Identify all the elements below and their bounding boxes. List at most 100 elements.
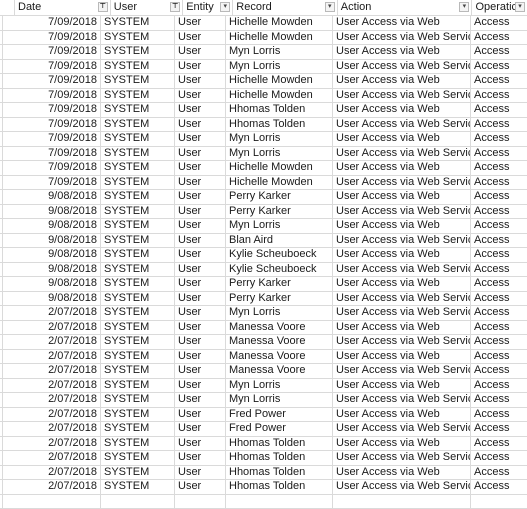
- empty-cell[interactable]: [101, 495, 175, 509]
- cell-record[interactable]: Manessa Voore: [226, 321, 333, 335]
- cell-entity[interactable]: User: [175, 350, 226, 364]
- cell-record[interactable]: Hichelle Mowden: [226, 89, 333, 103]
- cell-record[interactable]: Perry Karker: [226, 292, 333, 306]
- cell-user[interactable]: SYSTEM: [101, 89, 175, 103]
- cell-operation[interactable]: Access: [471, 393, 527, 407]
- cell-date[interactable]: 2/07/2018: [3, 321, 101, 335]
- cell-action[interactable]: User Access via Web: [333, 437, 471, 451]
- cell-date[interactable]: 2/07/2018: [3, 437, 101, 451]
- cell-operation[interactable]: Access: [471, 306, 527, 320]
- cell-operation[interactable]: Access: [471, 422, 527, 436]
- cell-date[interactable]: 2/07/2018: [3, 350, 101, 364]
- cell-action[interactable]: User Access via Web: [333, 16, 471, 30]
- cell-entity[interactable]: User: [175, 118, 226, 132]
- cell-date[interactable]: 2/07/2018: [3, 364, 101, 378]
- cell-user[interactable]: SYSTEM: [101, 205, 175, 219]
- cell-operation[interactable]: Access: [471, 219, 527, 233]
- cell-user[interactable]: SYSTEM: [101, 248, 175, 262]
- cell-entity[interactable]: User: [175, 248, 226, 262]
- cell-date[interactable]: 2/07/2018: [3, 466, 101, 480]
- dropdown-arrow-icon[interactable]: ▾: [325, 2, 335, 12]
- cell-user[interactable]: SYSTEM: [101, 219, 175, 233]
- cell-operation[interactable]: Access: [471, 364, 527, 378]
- cell-entity[interactable]: User: [175, 437, 226, 451]
- cell-operation[interactable]: Access: [471, 234, 527, 248]
- cell-record[interactable]: Manessa Voore: [226, 364, 333, 378]
- cell-entity[interactable]: User: [175, 292, 226, 306]
- cell-user[interactable]: SYSTEM: [101, 132, 175, 146]
- cell-operation[interactable]: Access: [471, 335, 527, 349]
- empty-cell[interactable]: [226, 495, 333, 509]
- cell-operation[interactable]: Access: [471, 103, 527, 117]
- cell-entity[interactable]: User: [175, 161, 226, 175]
- cell-record[interactable]: Kylie Scheuboeck: [226, 263, 333, 277]
- cell-record[interactable]: Myn Lorris: [226, 219, 333, 233]
- cell-record[interactable]: Myn Lorris: [226, 132, 333, 146]
- cell-operation[interactable]: Access: [471, 437, 527, 451]
- cell-user[interactable]: SYSTEM: [101, 350, 175, 364]
- cell-record[interactable]: Manessa Voore: [226, 335, 333, 349]
- cell-user[interactable]: SYSTEM: [101, 335, 175, 349]
- cell-operation[interactable]: Access: [471, 74, 527, 88]
- cell-operation[interactable]: Access: [471, 45, 527, 59]
- dropdown-arrow-icon[interactable]: ▾: [515, 2, 525, 12]
- column-header-user[interactable]: User⊤: [111, 0, 183, 15]
- cell-record[interactable]: Perry Karker: [226, 190, 333, 204]
- cell-user[interactable]: SYSTEM: [101, 74, 175, 88]
- filter-applied-icon[interactable]: ⊤: [170, 2, 180, 12]
- cell-date[interactable]: 2/07/2018: [3, 306, 101, 320]
- cell-date[interactable]: 9/08/2018: [3, 248, 101, 262]
- cell-operation[interactable]: Access: [471, 408, 527, 422]
- cell-action[interactable]: User Access via Web: [333, 190, 471, 204]
- cell-record[interactable]: Blan Aird: [226, 234, 333, 248]
- cell-action[interactable]: User Access via Web Services: [333, 364, 471, 378]
- cell-entity[interactable]: User: [175, 422, 226, 436]
- cell-action[interactable]: User Access via Web Services: [333, 422, 471, 436]
- cell-user[interactable]: SYSTEM: [101, 422, 175, 436]
- cell-operation[interactable]: Access: [471, 321, 527, 335]
- cell-operation[interactable]: Access: [471, 16, 527, 30]
- cell-date[interactable]: 7/09/2018: [3, 16, 101, 30]
- cell-date[interactable]: 7/09/2018: [3, 118, 101, 132]
- cell-record[interactable]: Hichelle Mowden: [226, 74, 333, 88]
- cell-user[interactable]: SYSTEM: [101, 292, 175, 306]
- cell-action[interactable]: User Access via Web Services: [333, 234, 471, 248]
- cell-entity[interactable]: User: [175, 31, 226, 45]
- cell-action[interactable]: User Access via Web: [333, 45, 471, 59]
- cell-action[interactable]: User Access via Web: [333, 161, 471, 175]
- cell-record[interactable]: Hhomas Tolden: [226, 437, 333, 451]
- cell-action[interactable]: User Access via Web: [333, 219, 471, 233]
- cell-entity[interactable]: User: [175, 306, 226, 320]
- cell-action[interactable]: User Access via Web: [333, 350, 471, 364]
- cell-record[interactable]: Myn Lorris: [226, 147, 333, 161]
- cell-entity[interactable]: User: [175, 480, 226, 494]
- cell-record[interactable]: Manessa Voore: [226, 350, 333, 364]
- cell-operation[interactable]: Access: [471, 480, 527, 494]
- cell-action[interactable]: User Access via Web: [333, 132, 471, 146]
- cell-action[interactable]: User Access via Web: [333, 74, 471, 88]
- cell-operation[interactable]: Access: [471, 451, 527, 465]
- cell-record[interactable]: Hhomas Tolden: [226, 480, 333, 494]
- cell-operation[interactable]: Access: [471, 466, 527, 480]
- cell-date[interactable]: 2/07/2018: [3, 393, 101, 407]
- cell-action[interactable]: User Access via Web Services: [333, 335, 471, 349]
- cell-record[interactable]: Hichelle Mowden: [226, 16, 333, 30]
- empty-cell[interactable]: [175, 495, 226, 509]
- cell-user[interactable]: SYSTEM: [101, 176, 175, 190]
- cell-record[interactable]: Kylie Scheuboeck: [226, 248, 333, 262]
- cell-user[interactable]: SYSTEM: [101, 190, 175, 204]
- cell-entity[interactable]: User: [175, 451, 226, 465]
- cell-operation[interactable]: Access: [471, 190, 527, 204]
- cell-action[interactable]: User Access via Web Services: [333, 31, 471, 45]
- cell-action[interactable]: User Access via Web Services: [333, 263, 471, 277]
- cell-entity[interactable]: User: [175, 16, 226, 30]
- cell-date[interactable]: 7/09/2018: [3, 132, 101, 146]
- cell-entity[interactable]: User: [175, 408, 226, 422]
- cell-date[interactable]: 2/07/2018: [3, 408, 101, 422]
- cell-entity[interactable]: User: [175, 321, 226, 335]
- cell-action[interactable]: User Access via Web Services: [333, 451, 471, 465]
- cell-entity[interactable]: User: [175, 190, 226, 204]
- column-header-action[interactable]: Action▾: [338, 0, 473, 15]
- cell-action[interactable]: User Access via Web Services: [333, 292, 471, 306]
- cell-entity[interactable]: User: [175, 364, 226, 378]
